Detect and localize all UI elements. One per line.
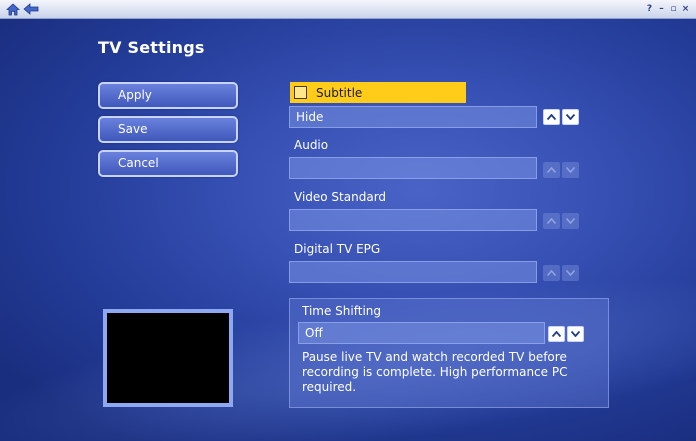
save-button[interactable]: Save — [98, 116, 238, 143]
help-button[interactable]: ? — [645, 4, 654, 14]
down-arrow-icon[interactable] — [567, 326, 584, 342]
time-shifting-field[interactable]: Off — [298, 322, 545, 344]
audio-label: Audio — [294, 138, 329, 152]
checkbox-square[interactable] — [294, 86, 307, 99]
digital-tv-epg-field[interactable] — [289, 261, 537, 283]
down-arrow-icon[interactable] — [562, 109, 579, 125]
tv-preview — [103, 309, 233, 407]
audio-spinner — [543, 162, 581, 178]
audio-field[interactable] — [289, 157, 537, 179]
down-arrow-icon[interactable] — [562, 162, 579, 178]
up-arrow-icon[interactable] — [543, 162, 560, 178]
down-arrow-icon[interactable] — [562, 265, 579, 281]
up-arrow-icon[interactable] — [543, 213, 560, 229]
video-standard-spinner — [543, 213, 581, 229]
cancel-button[interactable]: Cancel — [98, 150, 238, 177]
page-title: TV Settings — [98, 38, 205, 57]
time-shifting-description: Pause live TV and watch recorded TV befo… — [302, 350, 568, 394]
subtitle-checkbox[interactable]: Subtitle — [290, 82, 466, 103]
close-button[interactable]: × — [681, 4, 690, 14]
restore-button[interactable]: ▫ — [669, 4, 678, 14]
back-arrow-icon[interactable] — [22, 1, 40, 17]
home-icon[interactable] — [4, 1, 22, 17]
window-controls: ? – ▫ × — [645, 1, 690, 17]
minimize-button[interactable]: – — [657, 4, 666, 14]
digital-tv-epg-label: Digital TV EPG — [294, 242, 381, 256]
subtitle-spinner — [543, 109, 581, 125]
tv-settings-screen: ? – ▫ × TV Settings Apply Save Cancel Su… — [0, 0, 696, 441]
video-standard-label: Video Standard — [294, 190, 387, 204]
top-bar: ? – ▫ × — [0, 0, 696, 19]
apply-button[interactable]: Apply — [98, 82, 238, 109]
time-shifting-spinner — [548, 326, 586, 342]
down-arrow-icon[interactable] — [562, 213, 579, 229]
time-shifting-label: Time Shifting — [302, 304, 382, 318]
up-arrow-icon[interactable] — [543, 109, 560, 125]
time-shifting-panel: Time Shifting Off Pause live TV and watc… — [289, 298, 609, 408]
digital-tv-epg-spinner — [543, 265, 581, 281]
video-standard-field[interactable] — [289, 209, 537, 231]
up-arrow-icon[interactable] — [543, 265, 560, 281]
subtitle-label: Subtitle — [316, 85, 363, 100]
up-arrow-icon[interactable] — [548, 326, 565, 342]
subtitle-field[interactable]: Hide — [289, 106, 537, 128]
